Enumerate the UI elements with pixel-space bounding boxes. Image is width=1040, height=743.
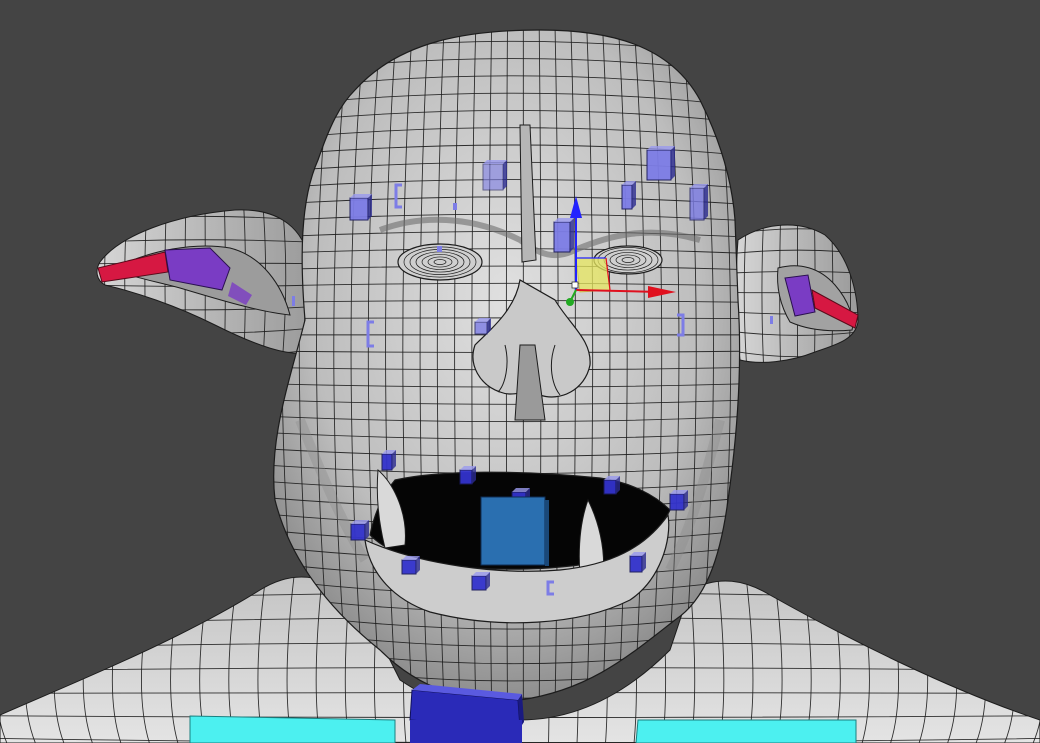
neck-control-icon[interactable]	[409, 684, 524, 743]
gizmo-xy-plane[interactable]	[575, 257, 611, 293]
ear-marker-right[interactable]	[770, 316, 773, 324]
eye-marker[interactable]	[437, 246, 442, 252]
cheek-control-icon-face[interactable]	[474, 321, 488, 335]
brow-control-icon[interactable]	[689, 184, 708, 221]
lip-control-icon[interactable]	[381, 450, 396, 471]
lip-control-icon-face[interactable]	[459, 469, 473, 485]
lip-control-icon[interactable]	[350, 520, 369, 541]
shoulder-control-icon[interactable]	[635, 719, 857, 743]
cheek-control-icon[interactable]	[474, 318, 491, 335]
ear-marker-left[interactable]	[292, 296, 295, 306]
mesh-edge	[90, 370, 320, 380]
mesh-edge	[90, 193, 320, 200]
neck-control-lower[interactable]	[410, 720, 522, 743]
lip-control-icon-face[interactable]	[401, 559, 417, 575]
lip-control-icon-face[interactable]	[669, 493, 685, 511]
shoulder-control-icon[interactable]	[189, 715, 396, 743]
brow-control-icon-face[interactable]	[646, 149, 672, 181]
lip-control-icon-face[interactable]	[381, 453, 393, 471]
brow-control-icon[interactable]	[349, 194, 372, 221]
brow-control-icon[interactable]	[621, 181, 636, 210]
brow-control-icon-side	[368, 194, 372, 220]
mesh-edge	[270, 7, 745, 25]
lip-control-icon-face[interactable]	[471, 575, 487, 591]
lip-control-icon[interactable]	[401, 556, 420, 575]
gizmo-z-handle[interactable]	[566, 298, 574, 306]
gizmo-pivot[interactable]	[571, 281, 579, 289]
brow-control-icon[interactable]	[646, 146, 675, 181]
lip-control-icon-face[interactable]	[629, 555, 643, 573]
brow-control-icon-face[interactable]	[482, 163, 504, 191]
mesh-edge	[865, 215, 868, 370]
brow-control-icon[interactable]	[482, 160, 507, 191]
brow-control-icon-face[interactable]	[553, 221, 571, 253]
brow-control-icon-side	[632, 181, 636, 209]
brow-control-icon-face[interactable]	[621, 184, 633, 210]
lip-control-icon[interactable]	[471, 572, 490, 591]
jaw-control-icon[interactable]	[480, 496, 549, 566]
brow-control-icon-face[interactable]	[349, 197, 369, 221]
lip-control-icon[interactable]	[459, 466, 476, 485]
lip-control-icon[interactable]	[603, 476, 620, 495]
lip-control-icon[interactable]	[629, 552, 646, 573]
brow-control-icon-side	[704, 184, 708, 220]
3d-viewport[interactable]	[0, 0, 1040, 743]
brow-control-icon-side	[570, 218, 574, 252]
brow-control-icon-face[interactable]	[689, 187, 705, 221]
mesh-edge	[730, 370, 865, 378]
jaw-control-face[interactable]	[480, 496, 546, 566]
lip-control-icon[interactable]	[669, 490, 688, 511]
lip-control-icon-face[interactable]	[603, 479, 617, 495]
lip-control-icon-face[interactable]	[350, 523, 366, 541]
brow-control-icon[interactable]	[553, 218, 574, 253]
mesh-edge	[730, 208, 865, 216]
brow-control-icon-top	[483, 160, 507, 164]
brow-marker[interactable]	[453, 203, 457, 210]
brow-control-icon-side	[503, 160, 507, 190]
brow-control-icon-top	[647, 146, 675, 150]
viewport-scene[interactable]	[0, 0, 1040, 743]
brow-control-icon-side	[671, 146, 675, 180]
mesh-edge	[85, 200, 91, 370]
jaw-control-side	[545, 500, 549, 566]
